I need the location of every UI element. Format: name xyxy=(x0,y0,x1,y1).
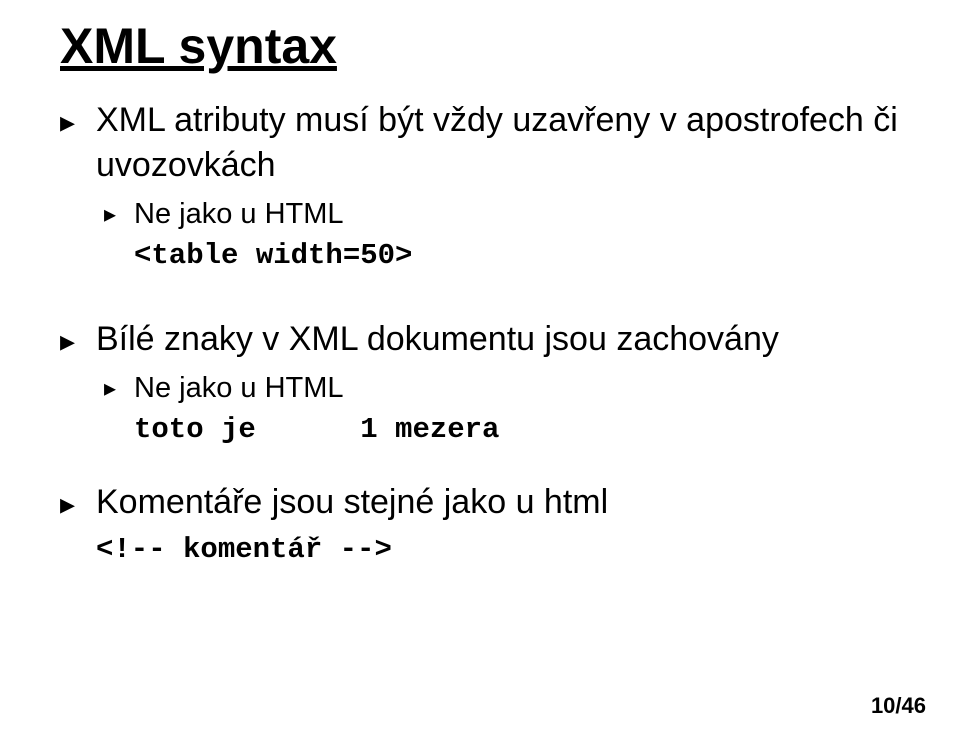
slide: XML syntax ▸ XML atributy musí být vždy … xyxy=(0,0,960,739)
bullet-2: ▸ Bílé znaky v XML dokumentu jsou zachov… xyxy=(60,317,910,363)
bullet-3-text: Komentáře jsou stejné jako u html xyxy=(96,480,608,526)
triangle-icon: ▸ xyxy=(60,480,96,524)
bullet-2-text: Bílé znaky v XML dokumentu jsou zachován… xyxy=(96,317,779,363)
triangle-icon: ▸ xyxy=(104,195,134,230)
spacer xyxy=(60,275,910,317)
bullet-2-sub-text: Ne jako u HTML xyxy=(134,369,344,408)
spacer xyxy=(60,448,910,480)
bullet-1: ▸ XML atributy musí být vždy uzavřeny v … xyxy=(60,98,910,190)
bullet-1-sub-text: Ne jako u HTML xyxy=(134,195,344,234)
triangle-icon: ▸ xyxy=(60,317,96,361)
bullet-1-text: XML atributy musí být vždy uzavřeny v ap… xyxy=(96,98,910,190)
triangle-icon: ▸ xyxy=(60,98,96,142)
bullet-3-code: <!-- komentář --> xyxy=(96,532,910,568)
page-number: 10/46 xyxy=(871,693,926,719)
triangle-icon: ▸ xyxy=(104,369,134,404)
bullet-2-sub: ▸ Ne jako u HTML xyxy=(104,369,910,408)
bullet-2-code: toto je 1 mezera xyxy=(134,412,910,448)
bullet-1-sub: ▸ Ne jako u HTML xyxy=(104,195,910,234)
bullet-1-code: <table width=50> xyxy=(134,238,910,274)
slide-title: XML syntax xyxy=(60,18,910,76)
bullet-3: ▸ Komentáře jsou stejné jako u html xyxy=(60,480,910,526)
